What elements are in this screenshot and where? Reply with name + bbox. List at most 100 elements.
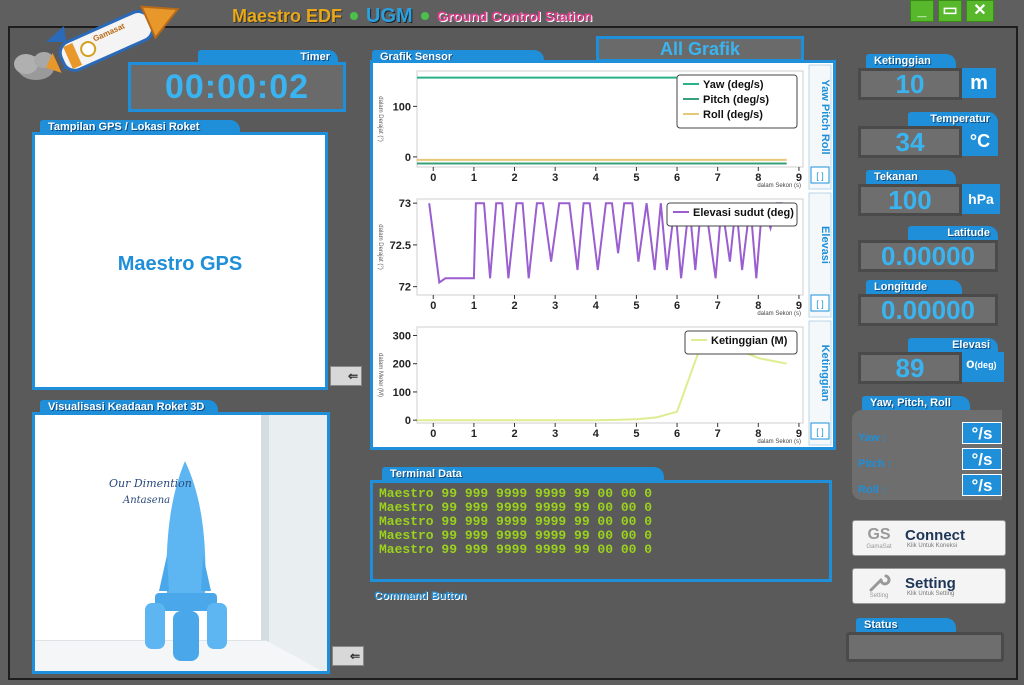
viz-caption-2: Antasena <box>123 495 171 506</box>
yaw-label: Yaw : <box>858 432 887 444</box>
gps-placeholder-text: Maestro GPS <box>117 253 243 275</box>
terminal-line: Maestro 99 999 9999 9999 99 00 00 0 <box>379 500 653 515</box>
ketinggian-value: 10 <box>858 68 962 100</box>
gps-map-panel[interactable]: Maestro GPS <box>32 132 328 390</box>
graph-ylabel-0: dalam Derajat (°) <box>377 96 383 141</box>
gs-logo-text: GS <box>867 526 891 543</box>
xtick-label-0: 3 <box>552 172 558 184</box>
xtick-label-2: 5 <box>633 428 639 440</box>
longitude-tab: Longitude <box>866 280 962 294</box>
close-button[interactable]: ✕ <box>966 0 994 22</box>
viz-caption-1: Our Dimention <box>109 477 192 490</box>
xtick-label-2: 3 <box>552 428 558 440</box>
title-gcs: Ground Control Station <box>436 8 593 24</box>
all-grafik-button[interactable]: All Grafik <box>596 36 804 62</box>
rocket-3d-view[interactable]: Our Dimention Antasena <box>32 412 330 674</box>
elevasi-unit-sub: (deg) <box>974 360 997 370</box>
xtick-label-0: 6 <box>674 172 680 184</box>
xtick-label-2: 0 <box>430 428 436 440</box>
ytick-label-1: 73 <box>399 198 411 210</box>
graph-xlabel-2: dalam Sekon (s) <box>757 439 801 445</box>
setting-sub: Klik Untuk Setting <box>907 590 955 597</box>
graph-xlabel-0: dalam Sekon (s) <box>757 183 801 189</box>
xtick-label-1: 1 <box>471 300 477 312</box>
ypr-pitch-row: Pitch : <box>858 454 892 472</box>
legend-label-1-0: Elevasi sudut (deg) <box>693 207 794 219</box>
xtick-label-1: 2 <box>511 300 517 312</box>
graph-panel: Yaw Pitch Roll[ ] dalam Derajat (°) 100 0 0 1… <box>370 60 836 450</box>
graph-ylabel-2: dalam Meter (M) <box>377 353 383 397</box>
setting-icon-sub: Setting <box>869 593 889 599</box>
minimize-button[interactable]: _ <box>910 0 934 22</box>
terminal-line: Maestro 99 999 9999 9999 99 00 00 0 <box>379 528 653 543</box>
xtick-label-2: 4 <box>593 428 600 440</box>
wrench-icon: Setting <box>853 569 905 603</box>
yaw-unit: °/s <box>962 422 1002 444</box>
terminal-line: Maestro 99 999 9999 9999 99 00 00 0 <box>379 542 653 557</box>
title-ugm: UGM <box>366 4 413 27</box>
tekanan-value: 100 <box>858 184 962 216</box>
xtick-label-2: 2 <box>511 428 517 440</box>
graph-side-title-2: Ketinggian <box>819 345 831 402</box>
legend-label-0-1: Pitch (deg/s) <box>703 94 769 106</box>
xtick-label-2: 7 <box>715 428 721 440</box>
arrow-left-icon: ⇐ <box>347 369 358 383</box>
graph-side-title-1: Elevasi <box>819 226 831 264</box>
temperatur-value: 34 <box>858 126 962 158</box>
gs-logo-icon: GS GamaSat <box>853 521 905 555</box>
ypr-tab: Yaw, Pitch, Roll <box>862 396 970 410</box>
xtick-label-1: 0 <box>430 300 436 312</box>
terminal-line: Maestro 99 999 9999 9999 99 00 00 0 <box>379 514 653 529</box>
xtick-label-0: 7 <box>715 172 721 184</box>
setting-label: Setting <box>905 574 956 592</box>
arrow-left-icon: ⇐ <box>349 649 360 663</box>
longitude-value: 0.00000 <box>858 294 998 326</box>
ytick-label-2: 0 <box>405 415 411 427</box>
graph-xlabel-1: dalam Sekon (s) <box>757 311 801 317</box>
pitch-label: Pitch : <box>858 458 892 470</box>
elevasi-unit-main: o <box>966 355 975 371</box>
xtick-label-0: 2 <box>511 172 517 184</box>
xtick-label-0: 0 <box>430 172 436 184</box>
connect-label: Connect <box>905 526 965 544</box>
xtick-label-1: 6 <box>674 300 680 312</box>
graph-ylabel-1: dalam Derajat (°) <box>377 224 383 269</box>
viz-expand-button[interactable]: ⇐ <box>332 646 364 666</box>
legend-label-0-2: Roll (deg/s) <box>703 109 763 121</box>
setting-button-text: Setting Klik Untuk Setting <box>905 576 956 597</box>
ytick-label-1: 72 <box>399 282 411 294</box>
temperatur-unit: °C <box>962 126 998 156</box>
legend-label-2-0: Ketinggian (M) <box>711 335 788 347</box>
xtick-label-1: 5 <box>633 300 639 312</box>
ypr-roll-row: Roll : <box>858 480 886 498</box>
terminal-line: Maestro 99 999 9999 9999 99 00 00 0 <box>379 486 653 501</box>
title-dot-1 <box>350 12 359 20</box>
ketinggian-unit: m <box>962 68 996 98</box>
tekanan-unit: hPa <box>962 184 1000 214</box>
elevasi-unit: o(deg) <box>962 352 1004 382</box>
gs-logo-sub: GamaSat <box>866 544 892 550</box>
connect-button[interactable]: GS GamaSat Connect Klik Untuk Koneksi <box>852 520 1006 556</box>
xtick-label-2: 6 <box>674 428 680 440</box>
title-maestro: Maestro EDF <box>232 5 343 26</box>
elevasi-tab: Elevasi <box>908 338 998 352</box>
setting-button[interactable]: Setting Setting Klik Untuk Setting <box>852 568 1006 604</box>
expand-glyph-2: [ ] <box>816 427 824 437</box>
terminal-tab: Terminal Data <box>382 467 664 481</box>
elevasi-value: 89 <box>858 352 962 384</box>
title-dot-2 <box>420 12 429 20</box>
xtick-label-2: 1 <box>471 428 477 440</box>
expand-glyph-0: [ ] <box>816 171 824 181</box>
xtick-label-1: 7 <box>715 300 721 312</box>
maximize-button[interactable]: ▭ <box>938 0 962 22</box>
ytick-label-2: 100 <box>393 387 411 399</box>
connect-sub: Klik Untuk Koneksi <box>907 542 958 549</box>
latitude-tab: Latitude <box>908 226 998 240</box>
graph-side-title-0: Yaw Pitch Roll <box>819 79 831 154</box>
command-button-label: Command Button <box>374 590 467 602</box>
connect-button-text: Connect Klik Untuk Koneksi <box>905 528 965 549</box>
roll-label: Roll : <box>858 484 886 496</box>
gps-expand-button[interactable]: ⇐ <box>330 366 362 386</box>
ytick-label-1: 72.5 <box>390 240 411 252</box>
xtick-label-0: 5 <box>633 172 639 184</box>
